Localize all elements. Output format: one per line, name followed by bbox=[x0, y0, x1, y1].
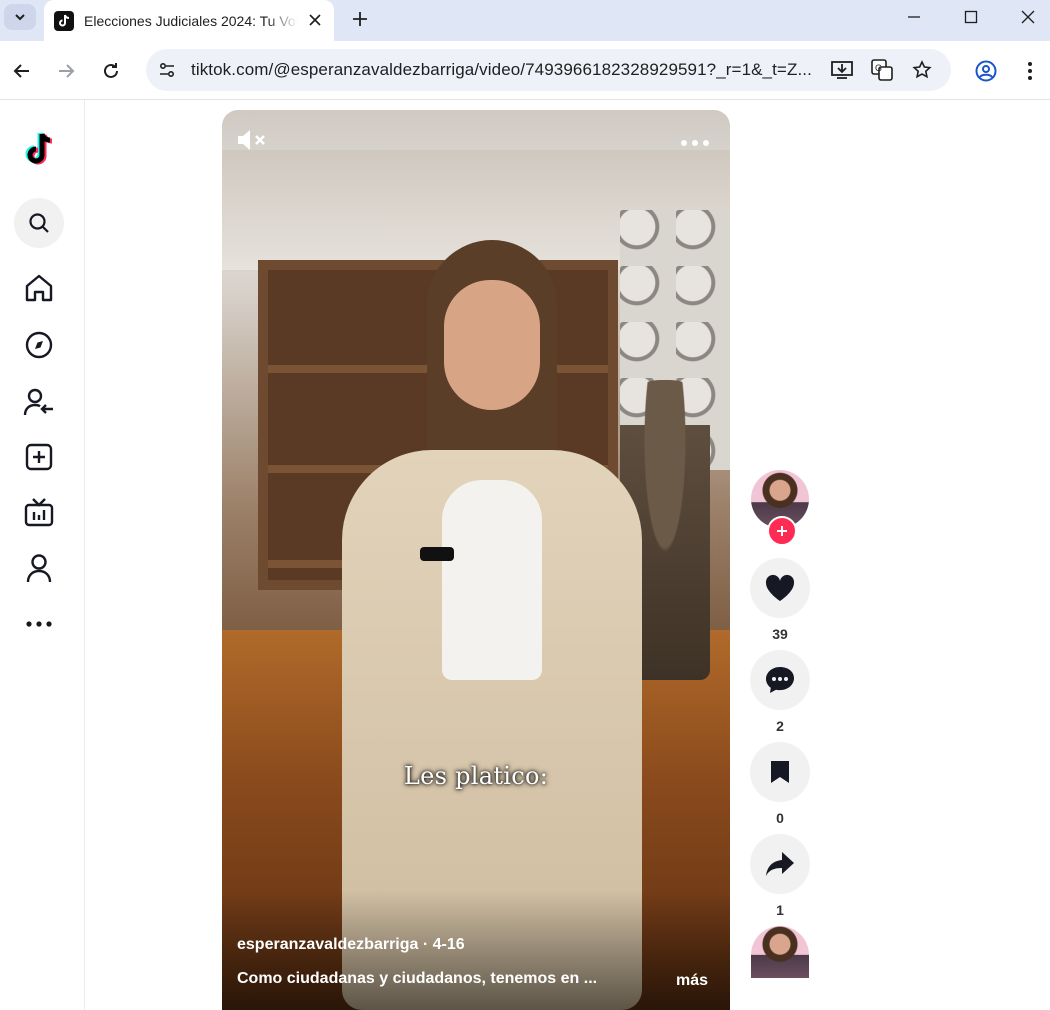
plus-icon bbox=[777, 526, 787, 536]
browser-tab-bar: Elecciones Judiciales 2024: Tu Voto bbox=[0, 0, 1050, 41]
translate-icon: G bbox=[871, 59, 893, 81]
like-button[interactable] bbox=[750, 558, 810, 618]
sidebar-item-live[interactable] bbox=[14, 487, 64, 537]
heart-icon bbox=[765, 574, 795, 601]
profile-icon bbox=[26, 554, 52, 583]
video-subtitle: Les platico: bbox=[403, 762, 549, 790]
kebab-menu-icon bbox=[1028, 62, 1032, 80]
comment-icon bbox=[766, 667, 794, 693]
plus-icon bbox=[353, 12, 367, 26]
bookmark-star-button[interactable] bbox=[910, 58, 934, 82]
video-author-line[interactable]: esperanzavaldezbarriga · 4-16 bbox=[237, 936, 465, 954]
back-button[interactable] bbox=[8, 57, 36, 85]
site-info-button[interactable] bbox=[152, 55, 182, 85]
sidebar-item-more[interactable] bbox=[14, 599, 64, 649]
video-description: Como ciudadanas y ciudadanos, tenemos en… bbox=[237, 970, 598, 987]
tab-search-button[interactable] bbox=[4, 4, 36, 30]
bookmark-icon bbox=[771, 761, 789, 783]
account-icon bbox=[975, 60, 997, 82]
close-icon bbox=[309, 14, 321, 26]
volume-muted-icon bbox=[238, 130, 265, 150]
home-icon bbox=[25, 274, 53, 302]
video-more-button[interactable] bbox=[680, 134, 710, 146]
browser-toolbar: tiktok.com/@esperanzavaldezbarriga/video… bbox=[0, 41, 1050, 100]
new-tab-button[interactable] bbox=[348, 7, 372, 31]
install-icon bbox=[831, 61, 853, 79]
maximize-icon bbox=[964, 10, 978, 24]
tune-icon bbox=[159, 62, 175, 78]
more-horizontal-icon bbox=[681, 140, 709, 146]
close-icon bbox=[1021, 10, 1035, 24]
share-icon bbox=[766, 852, 794, 876]
like-count: 39 bbox=[772, 626, 788, 642]
tab-close-button[interactable] bbox=[306, 11, 324, 29]
tab-title: Elecciones Judiciales 2024: Tu Voto bbox=[84, 12, 298, 29]
forward-button[interactable] bbox=[52, 57, 80, 85]
reload-icon bbox=[104, 63, 118, 78]
sidebar-item-profile[interactable] bbox=[14, 543, 64, 593]
search-icon bbox=[29, 213, 49, 233]
next-creator-avatar[interactable] bbox=[751, 926, 809, 978]
sidebar-item-home[interactable] bbox=[14, 263, 64, 313]
star-icon bbox=[912, 60, 932, 79]
profile-button[interactable] bbox=[972, 57, 1000, 85]
active-tab[interactable]: Elecciones Judiciales 2024: Tu Voto bbox=[44, 0, 334, 41]
tiktok-logo[interactable] bbox=[14, 125, 64, 175]
chevron-down-icon bbox=[15, 14, 25, 21]
share-count: 1 bbox=[776, 902, 784, 918]
address-bar[interactable]: tiktok.com/@esperanzavaldezbarriga/video… bbox=[146, 49, 951, 91]
minimize-button[interactable] bbox=[896, 4, 932, 30]
maximize-button[interactable] bbox=[953, 4, 989, 30]
install-app-button[interactable] bbox=[830, 58, 854, 82]
svg-text:G: G bbox=[875, 63, 882, 73]
follow-button[interactable] bbox=[767, 516, 797, 546]
arrow-left-icon bbox=[13, 64, 29, 78]
comment-button[interactable] bbox=[750, 650, 810, 710]
mute-button[interactable] bbox=[236, 126, 270, 154]
description-more-link[interactable]: más bbox=[676, 972, 708, 990]
url-text: tiktok.com/@esperanzavaldezbarriga/video… bbox=[191, 60, 812, 79]
tiktok-sidebar bbox=[0, 100, 85, 1010]
comment-count: 2 bbox=[776, 718, 784, 734]
sidebar-item-upload[interactable] bbox=[14, 432, 64, 482]
upload-icon bbox=[25, 443, 53, 471]
save-button[interactable] bbox=[750, 742, 810, 802]
reload-button[interactable] bbox=[97, 57, 125, 85]
more-icon bbox=[26, 621, 52, 627]
arrow-right-icon bbox=[59, 64, 75, 78]
live-icon bbox=[24, 498, 54, 527]
search-button[interactable] bbox=[14, 198, 64, 248]
sidebar-item-explore[interactable] bbox=[14, 320, 64, 370]
share-button[interactable] bbox=[750, 834, 810, 894]
tiktok-favicon-icon bbox=[54, 10, 74, 31]
following-icon bbox=[23, 388, 53, 416]
browser-menu-button[interactable] bbox=[1016, 57, 1044, 85]
video-player[interactable]: Les platico: esperanzavaldezbarriga · 4-… bbox=[222, 110, 730, 1010]
tiktok-logo-icon bbox=[25, 132, 53, 165]
sidebar-item-following[interactable] bbox=[14, 377, 64, 427]
explore-icon bbox=[25, 331, 53, 359]
video-actions: 39 2 0 1 bbox=[748, 470, 812, 978]
window-close-button[interactable] bbox=[1010, 4, 1046, 30]
translate-button[interactable]: G bbox=[870, 58, 894, 82]
save-count: 0 bbox=[776, 810, 784, 826]
minimize-icon bbox=[908, 16, 920, 18]
